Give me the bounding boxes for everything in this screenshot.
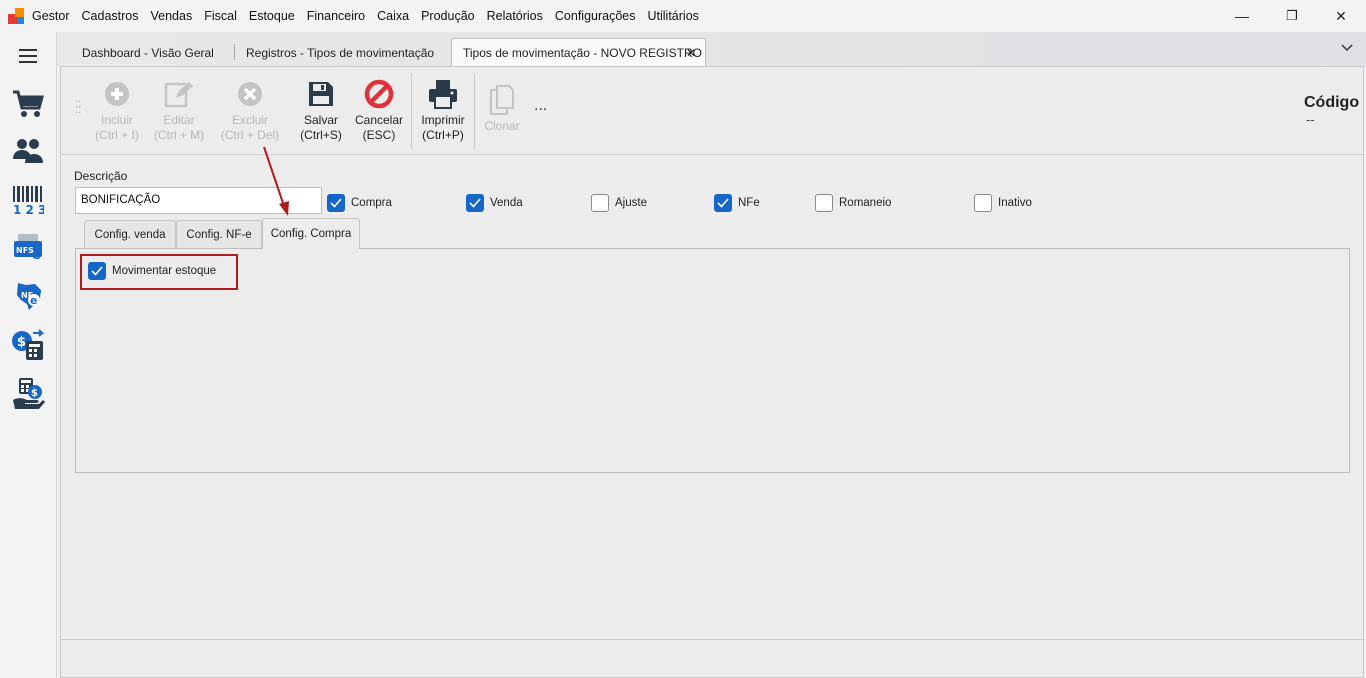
subtab-label: Config. Compra [270, 228, 352, 240]
tab-config-compra[interactable]: Config. Compra [262, 218, 360, 249]
annotation-arrow-icon [263, 146, 289, 216]
